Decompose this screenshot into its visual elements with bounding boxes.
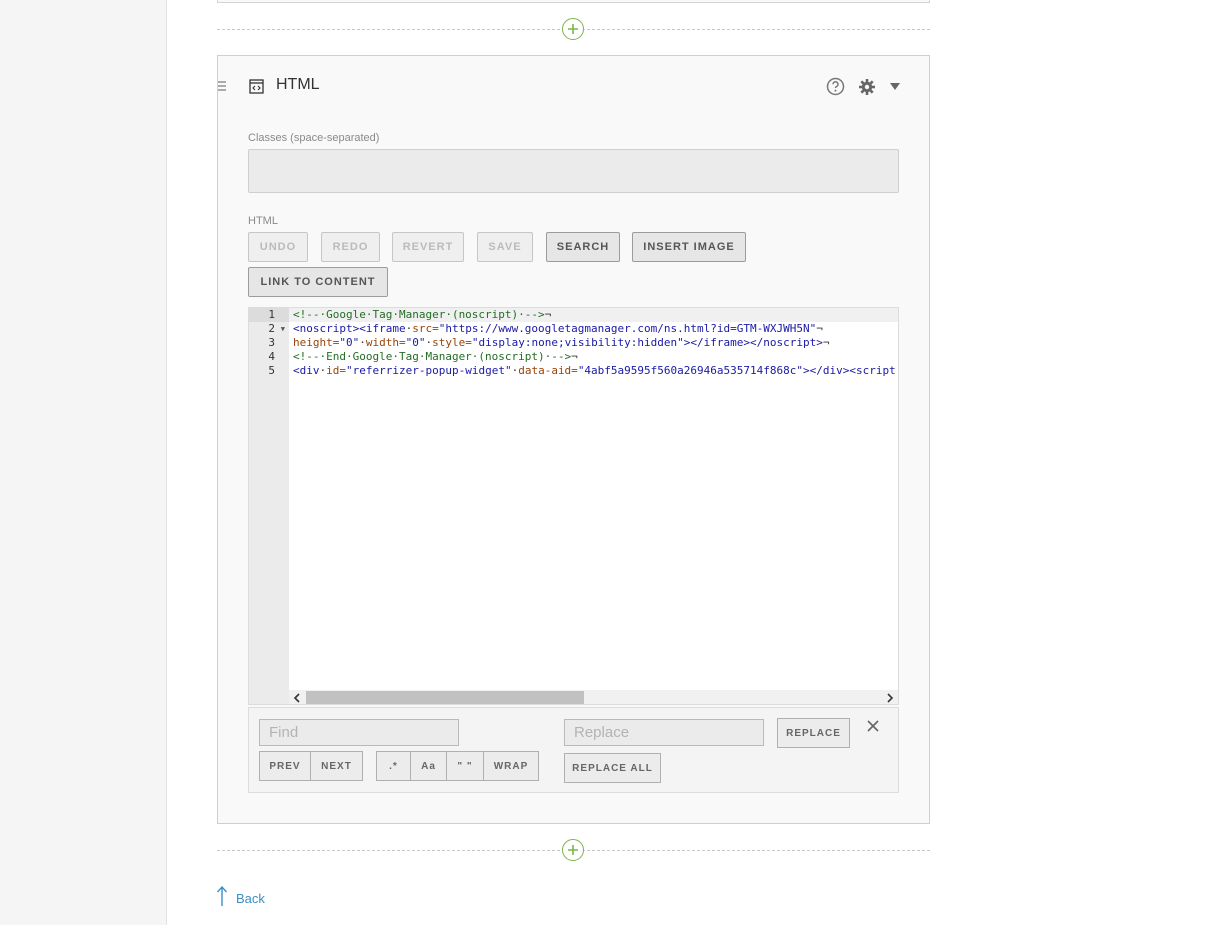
redo-button[interactable]: REDO: [321, 232, 380, 262]
drag-handle-icon[interactable]: [218, 79, 228, 95]
line-number: 3: [268, 336, 275, 349]
search-replace-panel: Find Replace REPLACE PREV NEXT .* Aa " "…: [248, 707, 899, 793]
previous-block: [217, 0, 930, 3]
code-line: <!--·End·Google·Tag·Manager·(noscript)·-…: [293, 350, 578, 363]
gear-icon[interactable]: [858, 78, 876, 96]
back-link[interactable]: Back: [216, 885, 265, 907]
block-title: HTML: [276, 76, 320, 93]
plus-circle-icon: [568, 24, 578, 34]
code-editor[interactable]: 1 2 ▼ 3 4 5 <!--·Google·Tag·Manager·(nosc…: [248, 307, 899, 705]
case-sensitive-toggle[interactable]: Aa: [410, 751, 447, 781]
replace-button[interactable]: REPLACE: [777, 718, 850, 748]
caret-down-icon[interactable]: [889, 82, 901, 92]
link-to-content-button[interactable]: LINK TO CONTENT: [248, 267, 388, 297]
add-block-button-bottom[interactable]: [562, 839, 584, 861]
block-header-actions: [826, 77, 901, 96]
replace-input[interactable]: Replace: [564, 719, 764, 746]
chevron-right-icon[interactable]: [882, 690, 898, 704]
editor-gutter: 1 2 ▼ 3 4 5: [249, 308, 289, 704]
line-number: 4: [268, 350, 275, 363]
left-rail: [0, 0, 167, 925]
whole-word-toggle[interactable]: " ": [446, 751, 484, 781]
add-block-button-top[interactable]: [562, 18, 584, 40]
revert-button[interactable]: REVERT: [392, 232, 464, 262]
find-input[interactable]: Find: [259, 719, 459, 746]
code-text-area[interactable]: <!--·Google·Tag·Manager·(noscript)·-->¬ …: [289, 308, 898, 690]
regex-toggle[interactable]: .*: [376, 751, 411, 781]
next-button[interactable]: NEXT: [310, 751, 363, 781]
line-number: 5: [268, 364, 275, 377]
code-line: <!--·Google·Tag·Manager·(noscript)·-->¬: [289, 308, 898, 322]
arrow-up-icon: [216, 885, 228, 906]
scrollbar-thumb[interactable]: [306, 691, 584, 704]
fold-arrow-icon[interactable]: ▼: [281, 322, 285, 336]
insert-image-button[interactable]: INSERT IMAGE: [632, 232, 746, 262]
classes-input[interactable]: [248, 149, 899, 193]
replace-all-button[interactable]: REPLACE ALL: [564, 753, 661, 783]
line-number: 1: [249, 308, 289, 322]
plus-circle-icon: [568, 845, 578, 855]
line-number: 2 ▼: [268, 322, 285, 336]
save-button[interactable]: SAVE: [477, 232, 533, 262]
code-line: height="0"·width="0"·style="display:none…: [293, 336, 830, 349]
search-button[interactable]: SEARCH: [546, 232, 620, 262]
close-icon[interactable]: [866, 719, 880, 733]
code-line: <div·id="referrizer-popup-widget"·data-a…: [293, 364, 896, 377]
back-link-label: Back: [236, 891, 265, 906]
wrap-toggle[interactable]: WRAP: [483, 751, 539, 781]
classes-label: Classes (space-separated): [248, 132, 380, 144]
html-block: HTML Classes (space-separated) HTML UNDO…: [217, 55, 930, 824]
help-icon[interactable]: [826, 77, 845, 96]
prev-button[interactable]: PREV: [259, 751, 311, 781]
html-label: HTML: [248, 215, 278, 227]
html-block-icon: [249, 79, 264, 94]
horizontal-scrollbar[interactable]: [289, 690, 898, 704]
code-line: <noscript><iframe·src="https://www.googl…: [293, 322, 823, 335]
undo-button[interactable]: UNDO: [248, 232, 308, 262]
chevron-left-icon[interactable]: [289, 690, 305, 704]
